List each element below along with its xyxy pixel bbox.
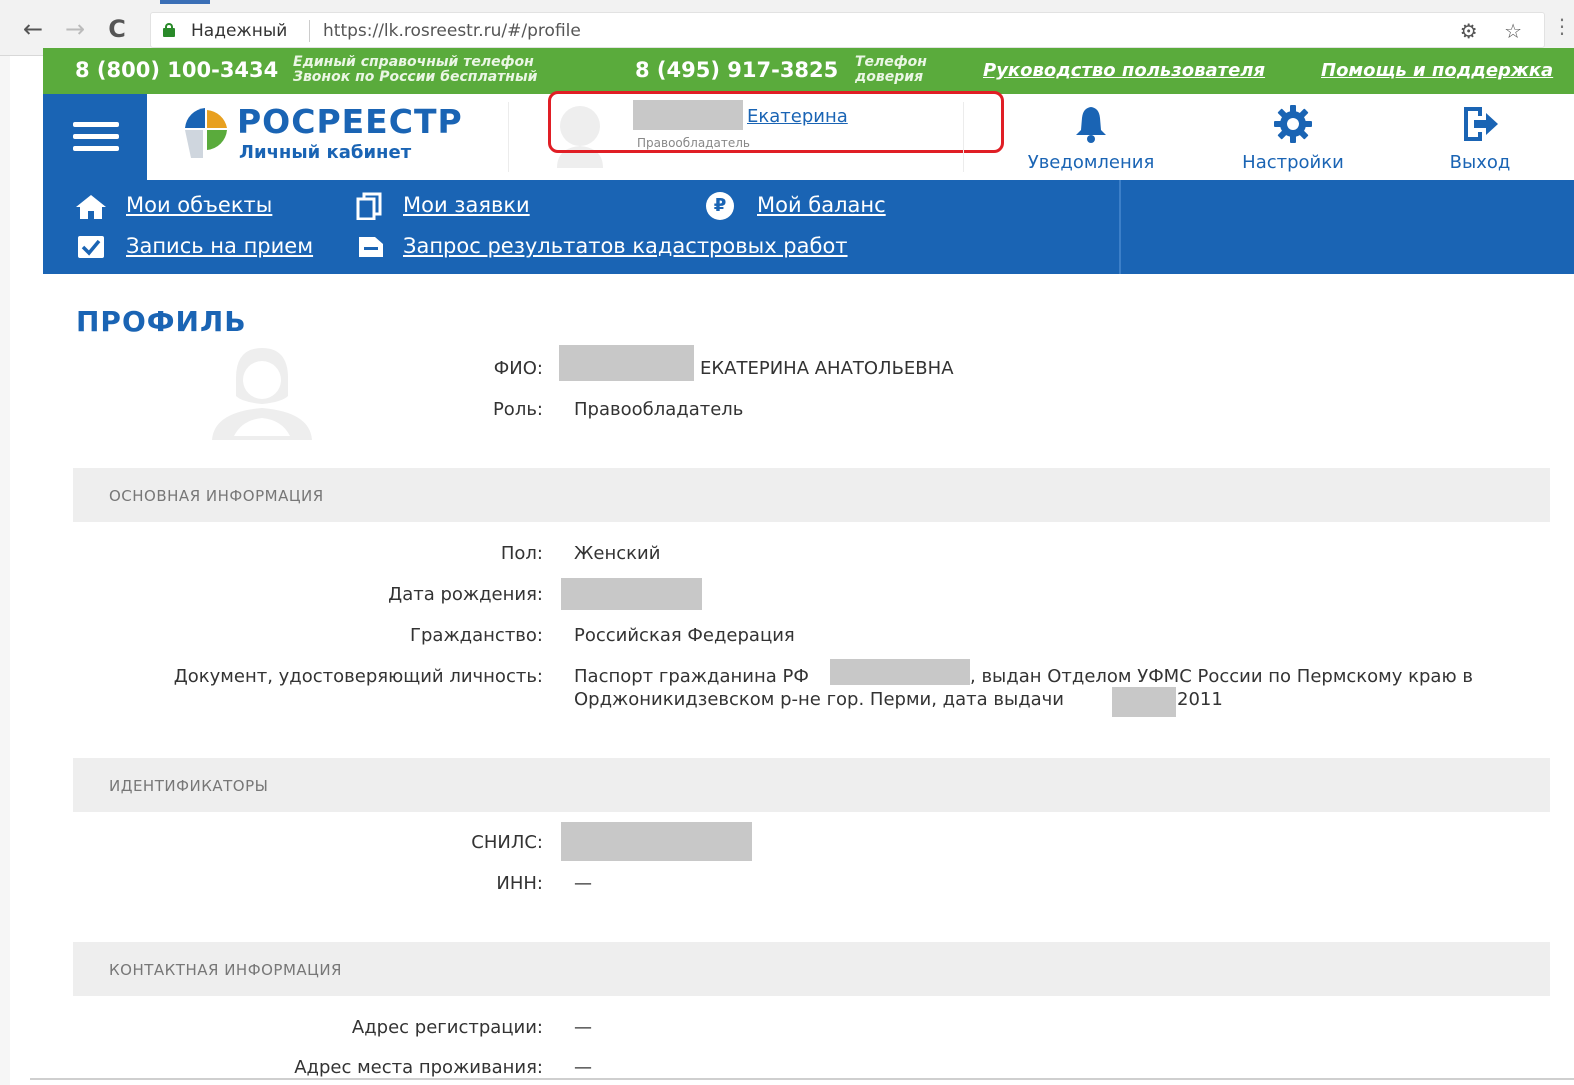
address-bar[interactable]: Надежный https://lk.rosreestr.ru/#/profi… [150,12,1545,48]
nav-my-balance[interactable]: Мой баланс [757,193,886,217]
nav-appointment[interactable]: Запись на прием [126,234,313,258]
hotline-note: Единый справочный телефон Звонок по Росс… [293,54,538,85]
id-document-line2: Орджоникидзевском р-не гор. Перми, дата … [574,689,1065,710]
id-document-part1: Паспорт гражданина РФ [574,666,809,687]
section-identifiers[interactable]: ИДЕНТИФИКАТОРЫ [73,758,1550,812]
id-document-part2: , выдан Отделом УФМС России по Пермскому… [970,666,1473,687]
redacted-passport-number [830,659,970,685]
redacted-snils [561,822,752,861]
checkbox-icon [78,236,104,258]
notifications-button[interactable]: Уведомления [1018,104,1164,173]
secure-label: Надежный [191,21,288,41]
snils-label: СНИЛС: [471,832,543,853]
role-value: Правообладатель [574,399,744,420]
gear-icon [1274,105,1312,143]
page-title: ПРОФИЛЬ [76,305,247,338]
birthdate-label: Дата рождения: [388,584,543,605]
hamburger-icon [73,122,119,127]
fio-value: ЕКАТЕРИНА АНАТОЛЬЕВНА [700,358,954,379]
site-header: РОСРЕЕСТР Личный кабинет Екатерина Право… [43,91,1574,180]
browser-menu-icon[interactable]: ⋮ [1552,14,1572,38]
logo-title[interactable]: РОСРЕЕСТР [237,102,463,141]
back-button[interactable]: ← [18,14,48,44]
document-icon [359,237,383,257]
rosreestr-logo-icon [185,108,227,158]
id-document-year: 2011 [1177,689,1223,710]
redacted-issue-date [1112,687,1176,717]
ruble-icon: ₽ [706,192,734,220]
logout-icon [1464,107,1498,141]
residence-address-value: — [574,1057,592,1078]
documents-icon [356,192,382,220]
id-document-label: Документ, удостоверяющий личность: [173,666,543,687]
gender-label: Пол: [500,543,543,564]
home-icon [76,195,106,219]
trust-phone: 8 (495) 917-3825 [635,58,839,82]
nav-my-objects[interactable]: Мои объекты [126,193,272,217]
section-contacts[interactable]: КОНТАКТНАЯ ИНФОРМАЦИЯ [73,942,1550,996]
active-tab-indicator [160,0,210,4]
top-contact-bar: 8 (800) 100-3434 Единый справочный телеф… [43,48,1574,94]
hotline-phone: 8 (800) 100-3434 [75,58,279,82]
bell-icon [1076,107,1106,143]
inn-value: — [574,873,592,894]
logo-subtitle: Личный кабинет [239,142,412,163]
registration-address-value: — [574,1017,592,1038]
trust-phone-note: Телефон доверия [855,54,927,85]
main-navigation: Мои объекты Мои заявки ₽ Мой баланс Запи… [43,180,1574,274]
highlight-frame [548,91,1004,153]
fio-label: ФИО: [493,358,543,379]
role-label: Роль: [492,399,543,420]
citizenship-value: Российская Федерация [574,625,795,646]
reload-button[interactable]: C [102,14,132,44]
bookmark-star-icon[interactable]: ⚙ ☆ [1460,19,1532,43]
registration-address-label: Адрес регистрации: [351,1017,543,1038]
citizenship-label: Гражданство: [410,625,543,646]
section-basic-info[interactable]: ОСНОВНАЯ ИНФОРМАЦИЯ [73,468,1550,522]
redacted-surname-field [559,345,694,381]
hamburger-menu-button[interactable] [43,94,147,180]
redacted-birthdate [561,578,702,610]
logout-button[interactable]: Выход [1435,104,1525,173]
forward-button[interactable]: → [60,14,90,44]
residence-address-label: Адрес места проживания: [294,1057,543,1078]
profile-avatar-icon [212,348,312,440]
nav-cadastral-request[interactable]: Запрос результатов кадастровых работ [403,234,848,258]
user-guide-link[interactable]: Руководство пользователя [983,60,1265,81]
inn-label: ИНН: [496,873,543,894]
settings-button[interactable]: Настройки [1233,104,1353,173]
lock-icon [163,23,175,37]
nav-my-requests[interactable]: Мои заявки [403,193,530,217]
gender-value: Женский [574,543,661,564]
url-text[interactable]: https://lk.rosreestr.ru/#/profile [323,21,581,41]
help-support-link[interactable]: Помощь и поддержка [1321,60,1553,81]
